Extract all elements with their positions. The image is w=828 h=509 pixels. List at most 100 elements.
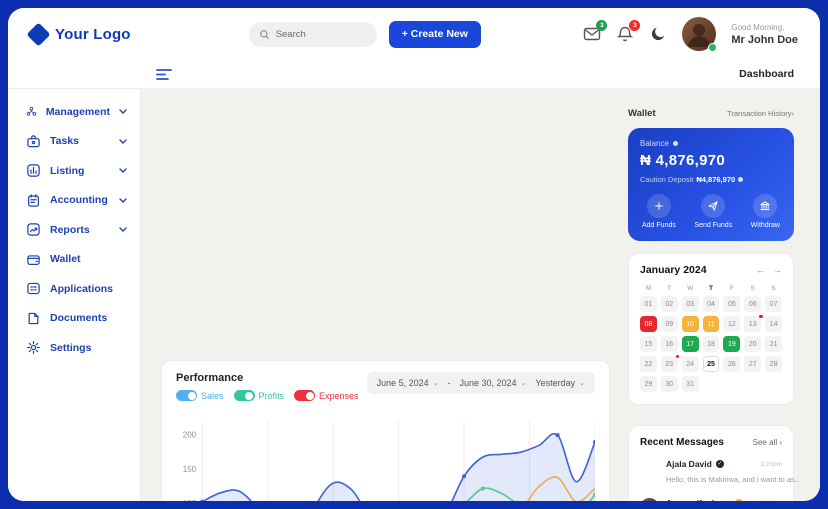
legend-label: Sales — [201, 390, 224, 401]
bell-badge: 3 — [629, 20, 641, 31]
legend-toggle-expenses[interactable]: Expenses — [294, 390, 359, 401]
sidebar-item-settings[interactable]: Settings — [8, 333, 140, 363]
sidebar-item-listing[interactable]: Listing — [8, 156, 140, 186]
sidebar-item-label: Tasks — [50, 135, 79, 148]
calendar-day-22[interactable]: 22 — [640, 356, 657, 372]
search-input[interactable] — [275, 28, 366, 40]
date-to-select[interactable]: June 30, 2024 ⌄ — [459, 378, 526, 388]
calendar-day-24[interactable]: 24 — [681, 356, 699, 372]
sidebar-item-accounting[interactable]: Accounting — [8, 186, 140, 216]
message-list-item[interactable]: Amusa Ifeoluwa✓2:30pmHello, this is Maki… — [640, 498, 782, 501]
transaction-history-link[interactable]: Transaction History› — [727, 109, 794, 118]
calendar-day-26[interactable]: 26 — [723, 356, 741, 372]
withdraw-button[interactable]: Withdraw — [751, 194, 780, 229]
messages-button[interactable]: 3 — [583, 20, 608, 43]
weekday-label: S — [750, 285, 755, 292]
date-from-select[interactable]: June 5, 2024 ⌄ — [377, 378, 439, 388]
app-window: Your Logo + Create New 3 3 Goo — [8, 8, 820, 501]
user-avatar[interactable] — [682, 17, 718, 52]
greeting-text: Good Morning, — [731, 22, 785, 32]
calendar-day-19[interactable]: 19 — [723, 336, 741, 352]
calendar-day-07[interactable]: 07 — [765, 296, 782, 312]
legend-toggle-sales[interactable]: Sales — [176, 390, 224, 401]
calendar-day-10[interactable]: 10 — [681, 316, 699, 332]
sidebar-item-applications[interactable]: Applications — [8, 274, 140, 304]
calendar-day-11[interactable]: 11 — [702, 316, 720, 332]
chevron-down-icon: ⌄ — [520, 380, 527, 387]
wallet-icon — [27, 255, 40, 265]
list-icon — [27, 283, 40, 295]
calendar-day-27[interactable]: 27 — [744, 356, 762, 372]
calendar-day-04[interactable]: 04 — [702, 296, 720, 312]
calendar-day-05[interactable]: 05 — [723, 296, 741, 312]
sidebar-item-wallet[interactable]: Wallet — [8, 245, 140, 275]
calendar-day-09[interactable]: 09 — [660, 316, 678, 332]
sender-avatar — [640, 459, 659, 478]
file-icon — [28, 312, 39, 324]
calendar-day-28[interactable]: 28 — [765, 356, 782, 372]
message-list-item[interactable]: Ajala David ✓ 3:20pm Hello, this is Makinwa… — [640, 459, 801, 487]
calendar-day-15[interactable]: 15 — [640, 336, 657, 352]
calendar-day-20[interactable]: 20 — [744, 336, 762, 352]
calendar-day-29[interactable]: 29 — [640, 376, 657, 392]
sidebar-item-tasks[interactable]: Tasks — [8, 127, 140, 157]
caution-visibility-icon[interactable] — [738, 177, 744, 182]
calendar-day-25[interactable]: 25 — [702, 356, 720, 372]
sidebar-item-label: Applications — [50, 282, 114, 295]
notepad-icon — [28, 194, 39, 207]
calendar-day-03[interactable]: 03 — [681, 296, 699, 312]
calendar-day-12[interactable]: 12 — [723, 316, 741, 332]
calendar-day-18[interactable]: 18 — [702, 336, 720, 352]
sidebar: Management Tasks Listing Accounting Reports W… — [8, 88, 141, 501]
sender-name: Ajala David — [666, 459, 712, 469]
balance-visibility-icon[interactable] — [672, 141, 678, 146]
verified-badge-icon: ✓ — [734, 499, 743, 501]
balance-label: Balance — [640, 139, 669, 148]
create-new-button[interactable]: + Create New — [388, 20, 481, 48]
bank-icon — [760, 201, 770, 211]
date-preset-select[interactable]: Yesterday ⌄ — [535, 378, 585, 388]
sidebar-item-label: Accounting — [50, 194, 108, 207]
calendar-day-08[interactable]: 08 — [640, 316, 657, 332]
add-funds-button[interactable]: Add Funds — [642, 194, 676, 229]
chevron-down-icon — [119, 227, 127, 233]
content-column: Performance Sales Profits Expenses June 5,… — [161, 108, 610, 501]
see-all-link[interactable]: See all › — [753, 438, 782, 447]
send-funds-button[interactable]: Send Funds — [694, 194, 732, 229]
main-content: Performance Sales Profits Expenses June 5,… — [141, 88, 820, 501]
search-bar[interactable] — [248, 21, 377, 47]
user-name: Mr John Doe — [731, 33, 798, 46]
calendar-day-31[interactable]: 31 — [681, 376, 699, 392]
calendar-day-23[interactable]: 23 — [660, 354, 680, 372]
calendar-day-17[interactable]: 17 — [681, 336, 699, 352]
calendar-day-01[interactable]: 01 — [640, 296, 657, 312]
balance-amount: ₦ 4,876,970 — [640, 152, 726, 169]
sidebar-collapse-button[interactable] — [156, 68, 172, 81]
calendar-day-21[interactable]: 21 — [765, 336, 782, 352]
calendar-grid: M T W T F S S 01 02 03 04 05 06 07 08 09 10 11 12 13 14 15 16 1… — [640, 285, 782, 392]
weekday-label: T — [667, 285, 672, 292]
sidebar-item-label: Listing — [50, 164, 85, 177]
calendar-next-button[interactable]: → — [773, 265, 782, 275]
calendar-prev-button[interactable]: ← — [756, 265, 765, 275]
mail-badge: 3 — [596, 20, 608, 31]
trend-icon — [27, 223, 40, 236]
calendar-day-13[interactable]: 13 — [744, 314, 763, 332]
calendar-day-06[interactable]: 06 — [744, 296, 762, 312]
calendar-day-02[interactable]: 02 — [660, 296, 678, 312]
calendar-day-14[interactable]: 14 — [765, 316, 782, 332]
notifications-button[interactable]: 3 — [616, 20, 641, 43]
calendar-day-30[interactable]: 30 — [660, 376, 678, 392]
sidebar-item-documents[interactable]: Documents — [8, 304, 140, 334]
sidebar-item-label: Management — [45, 105, 110, 118]
dark-mode-toggle[interactable] — [649, 25, 667, 43]
logo[interactable]: Your Logo — [26, 21, 131, 47]
svg-text:200: 200 — [183, 431, 197, 440]
legend-toggle-profits[interactable]: Profits — [233, 390, 284, 401]
recent-messages-card: Recent Messages See all › Ajala David ✓ 3:… — [628, 425, 801, 501]
sidebar-item-reports[interactable]: Reports — [8, 215, 140, 245]
calendar-day-16[interactable]: 16 — [660, 336, 678, 352]
sidebar-item-management[interactable]: Management — [8, 97, 140, 127]
chevron-down-icon — [119, 139, 127, 144]
action-label: Add Funds — [642, 222, 676, 229]
